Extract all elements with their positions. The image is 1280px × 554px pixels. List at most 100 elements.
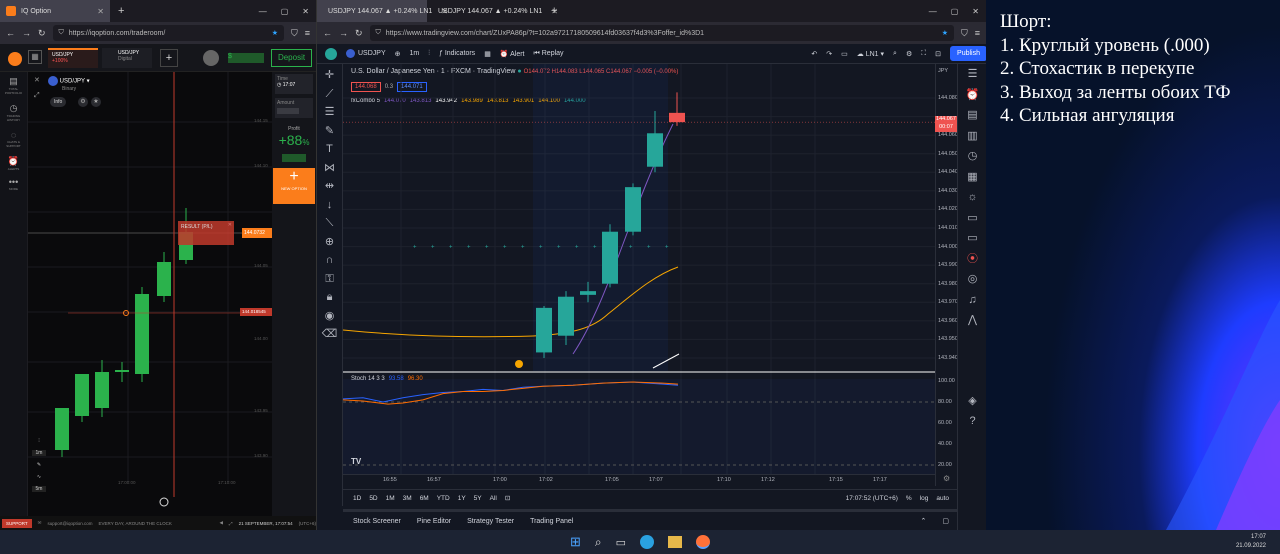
bell-icon[interactable]: ♫ — [968, 294, 976, 306]
tab-stock-screener[interactable]: Stock Screener — [353, 518, 401, 525]
menu-icon[interactable]: ≡ — [975, 28, 980, 38]
tab-pine-editor[interactable]: Pine Editor — [417, 518, 451, 525]
sidebar-item-more[interactable]: ••• MORE — [0, 177, 27, 191]
candle-type-icon[interactable]: ⫶ — [428, 50, 430, 58]
url-bar[interactable]: ⛉ https://www.tradingview.com/chart/ZUxP… — [369, 25, 954, 41]
calendar-icon[interactable]: ▦ — [967, 171, 977, 183]
back-icon[interactable]: ← — [6, 28, 15, 38]
range-6m[interactable]: 6M — [420, 495, 429, 502]
publish-button[interactable]: Publish — [950, 46, 986, 61]
tab-usdjpy-1[interactable]: USDJPY 144.067 ▲ +0.24% LN1 ✕ — [317, 0, 448, 22]
search-icon[interactable]: ⌕ — [893, 50, 897, 58]
news-icon[interactable]: ▥ — [967, 130, 977, 142]
pine-icon[interactable]: ⋀ — [968, 315, 977, 326]
templates-icon[interactable]: ▦ — [484, 50, 491, 58]
back-icon[interactable]: ← — [323, 28, 332, 38]
time-axis-settings-icon[interactable]: ⚙ — [943, 474, 950, 483]
window-close-icon[interactable]: ✕ — [295, 7, 316, 16]
interval-button[interactable]: 1m — [410, 50, 420, 57]
time-box[interactable]: Time ◷ 17:07 — [275, 74, 313, 94]
tab-usdjpy-2[interactable]: USDJPY 144.067 ▲ +0.24% LN1 ✕ — [427, 0, 558, 22]
grid-icon[interactable]: ▦ — [28, 50, 42, 64]
tab-iqoption[interactable]: IQ Option ✕ — [0, 0, 110, 22]
trendline-icon[interactable]: ⟋ — [326, 88, 334, 100]
fib-icon[interactable]: ☰ — [325, 107, 335, 118]
data-window-icon[interactable]: ▤ — [967, 110, 977, 121]
notifications-icon[interactable]: ⦿ — [967, 253, 978, 265]
amount-box[interactable]: Amount — [275, 98, 313, 118]
iq-chart[interactable]: USD/JPY ▾ Binary ✕ ⤢ Info ⚙ ★ 144.15 144.… — [28, 72, 272, 516]
arrow-down-icon[interactable]: ↓ — [327, 199, 333, 211]
text-icon[interactable]: T — [326, 144, 333, 155]
url-bar[interactable]: ⛉ https://iqoption.com/traderoom/ ★ — [52, 25, 284, 41]
eye-icon[interactable]: ◉ — [325, 310, 335, 322]
telegram-icon[interactable] — [640, 535, 655, 549]
deposit-button[interactable]: Deposit — [271, 49, 312, 67]
sidebar-item-history[interactable]: ◷ TRADING HISTORY — [0, 103, 27, 122]
draw-icon[interactable]: ✎ — [32, 462, 46, 468]
tab-strategy-tester[interactable]: Strategy Tester — [467, 518, 514, 525]
task-view-icon[interactable]: ▭ — [616, 536, 626, 549]
layout-icon[interactable]: ▭ — [841, 50, 848, 58]
sidebar-item-alerts[interactable]: ⏰ ALERTS — [0, 156, 27, 171]
windows-start-icon[interactable]: ⊞ — [570, 534, 581, 550]
ruler-icon[interactable]: ⟍ — [326, 218, 334, 229]
result-close-icon[interactable]: ✕ — [228, 222, 232, 228]
alerts-clock-icon[interactable]: ⏰ — [966, 89, 980, 101]
fullscreen-icon[interactable]: ⤢ — [229, 521, 233, 526]
chart-type-icon[interactable]: ⫶ — [32, 438, 46, 444]
pocket-icon[interactable]: ⛉ — [291, 28, 298, 39]
minimize-icon[interactable]: — — [252, 7, 274, 16]
crosshair-icon[interactable]: ✛ — [325, 70, 334, 81]
menu-icon[interactable]: ≡ — [305, 28, 310, 38]
prediction-icon[interactable]: ⇹ — [325, 181, 334, 192]
collapse-icon[interactable]: ⌃ — [921, 517, 927, 525]
undo-icon[interactable]: ↶ — [811, 50, 817, 58]
range-1d[interactable]: 1D — [353, 495, 361, 502]
replay-button[interactable]: ⏮ Replay — [534, 50, 564, 58]
range-5y[interactable]: 5Y — [474, 495, 482, 502]
chat-icon[interactable]: ▭ — [967, 212, 977, 224]
zoom-icon[interactable]: ⊕ — [325, 236, 334, 248]
lock-draw-icon[interactable]: ⚿ — [325, 273, 333, 285]
camera-icon[interactable]: ⊡ — [935, 50, 941, 58]
tv-main-chart[interactable]: +++++++++++++++TV — [343, 64, 935, 486]
system-clock[interactable]: 17:07 21.09.2022 — [1236, 533, 1266, 551]
lightbulb-icon[interactable]: ☼ — [967, 192, 977, 203]
new-tab-icon[interactable]: + — [551, 5, 557, 17]
tf-button[interactable]: 1m — [32, 450, 46, 456]
tab-trading-panel[interactable]: Trading Panel — [530, 518, 573, 525]
search-icon[interactable]: ⌕ — [595, 535, 602, 550]
sidebar-item-portfolio[interactable]: ▤ TOTAL PORTFOLIO — [0, 76, 27, 95]
magnet-icon[interactable]: ∩ — [326, 255, 334, 266]
sidebar-item-chats[interactable]: ◌ CHATS & SUPPORT — [0, 130, 27, 148]
trash-icon[interactable]: ⌫ — [322, 329, 338, 340]
pocket-icon[interactable]: ⛉ — [961, 28, 968, 39]
ideas-icon[interactable]: ▭ — [967, 233, 977, 244]
range-1y[interactable]: 1Y — [458, 495, 466, 502]
pattern-icon[interactable]: ⋈ — [324, 162, 335, 174]
range-1m[interactable]: 1M — [386, 495, 395, 502]
add-asset-button[interactable]: + — [160, 49, 178, 67]
asset-tab-1[interactable]: USD/JPY +100% — [48, 48, 98, 68]
maximize-icon[interactable]: ▢ — [944, 7, 966, 16]
new-option-button[interactable]: + NEW OPTION — [273, 168, 315, 204]
range-all[interactable]: All — [490, 495, 497, 502]
percent-toggle[interactable]: % — [906, 495, 912, 502]
reload-icon[interactable]: ↻ — [38, 28, 46, 39]
maximize-panel-icon[interactable]: ▢ — [942, 517, 949, 525]
lock-icon[interactable]: 🔒︎ — [327, 292, 333, 303]
fullscreen-icon[interactable]: ⛶ — [921, 50, 926, 58]
explorer-icon[interactable] — [668, 536, 683, 548]
minimize-icon[interactable]: — — [922, 7, 944, 16]
range-5d[interactable]: 5D — [369, 495, 377, 502]
asset-tab-2[interactable]: USD/JPY Digital — [102, 48, 152, 68]
support-button[interactable]: SUPPORT — [2, 518, 32, 528]
history-icon[interactable]: ◷ — [968, 151, 978, 162]
avatar[interactable] — [203, 50, 219, 66]
auto-toggle[interactable]: auto — [936, 495, 949, 502]
indicators-button[interactable]: ƒ Indicators — [439, 50, 475, 57]
window-close-icon[interactable]: ✕ — [965, 7, 986, 16]
brush-icon[interactable]: ✎ — [325, 125, 334, 137]
layers-icon[interactable]: ◈ — [968, 395, 976, 407]
